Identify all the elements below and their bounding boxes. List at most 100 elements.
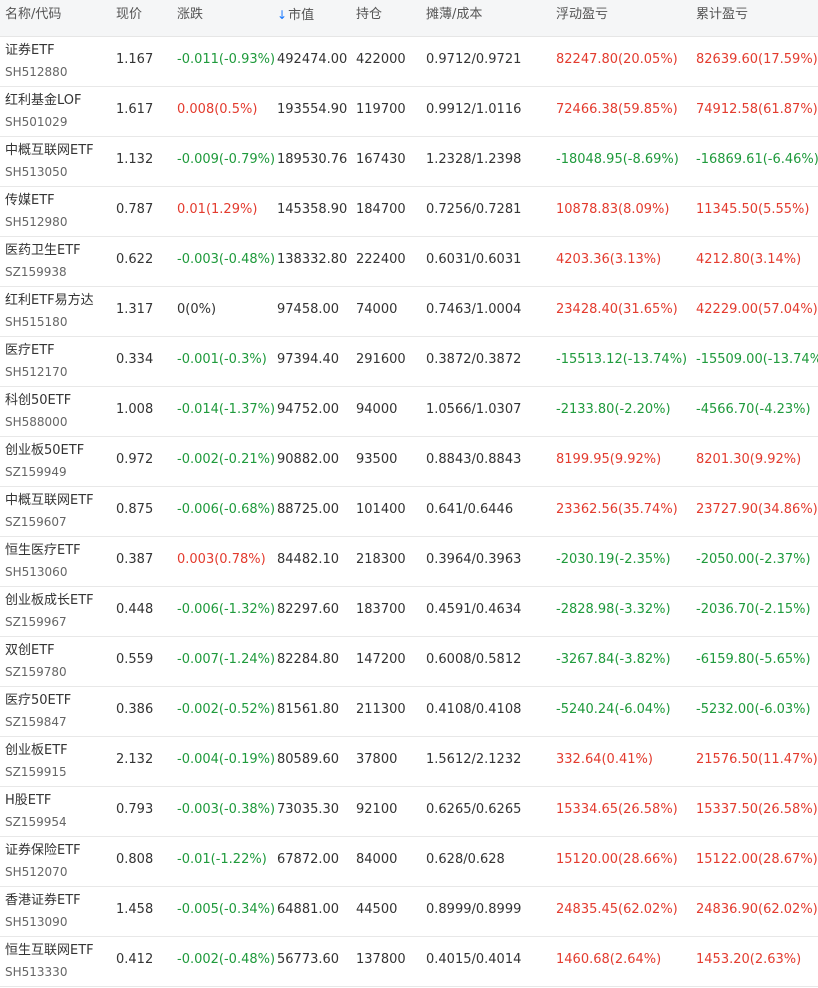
fund-name[interactable]: 恒生医疗ETF xyxy=(5,542,81,560)
table-row[interactable]: 香港证券ETF SH513090 1.458 -0.005(-0.34%) 64881.… xyxy=(0,887,818,937)
table-row[interactable]: 科创50ETF SH588000 1.008 -0.014(-1.37%) 94752.… xyxy=(0,387,818,437)
total-pl-cell: 8201.30(9.92%) xyxy=(696,452,802,467)
table-row[interactable]: 医疗50ETF SZ159847 0.386 -0.002(-0.52%) 81561.… xyxy=(0,687,818,737)
table-row[interactable]: 传媒ETF SH512980 0.787 0.01(1.29%) 145358.90 18… xyxy=(0,187,818,237)
price-cell: 0.875 xyxy=(116,502,154,517)
price-cell: 1.008 xyxy=(116,402,154,417)
cost-cell: 0.641/0.6446 xyxy=(426,502,514,517)
table-row[interactable]: 医药卫生ETF SZ159938 0.622 -0.003(-0.48%) 138332… xyxy=(0,237,818,287)
price-cell: 0.559 xyxy=(116,652,154,667)
header-change[interactable]: 涨跌 xyxy=(177,0,203,30)
table-row[interactable]: 证券保险ETF SH512070 0.808 -0.01(-1.22%) 67872.0… xyxy=(0,837,818,887)
header-cost[interactable]: 摊薄/成本 xyxy=(426,0,482,30)
price-cell: 1.317 xyxy=(116,302,154,317)
position-cell: 291600 xyxy=(356,352,406,367)
cost-cell: 1.2328/1.2398 xyxy=(426,152,522,167)
market-value-cell: 64881.00 xyxy=(277,902,340,917)
table-row[interactable]: 中概互联网ETF SH513050 1.132 -0.009(-0.79%) 18953… xyxy=(0,137,818,187)
table-row[interactable]: 证券ETF SH512880 1.167 -0.011(-0.93%) 492474.0… xyxy=(0,37,818,87)
fund-name[interactable]: 香港证券ETF xyxy=(5,892,81,910)
table-row[interactable]: 恒生医疗ETF SH513060 0.387 0.003(0.78%) 84482.10… xyxy=(0,537,818,587)
header-float-pl[interactable]: 浮动盈亏 xyxy=(556,0,608,30)
market-value-cell: 84482.10 xyxy=(277,552,340,567)
cost-cell: 0.4108/0.4108 xyxy=(426,702,522,717)
change-cell: -0.003(-0.48%) xyxy=(177,252,276,267)
fund-code: SZ159949 xyxy=(5,465,67,479)
fund-name[interactable]: 科创50ETF xyxy=(5,392,71,410)
header-price[interactable]: 现价 xyxy=(116,0,142,30)
name-code-cell: 科创50ETF SH588000 xyxy=(5,392,71,430)
fund-name[interactable]: 医疗50ETF xyxy=(5,692,71,710)
market-value-cell: 73035.30 xyxy=(277,802,340,817)
change-cell: -0.002(-0.21%) xyxy=(177,452,276,467)
table-row[interactable]: 红利基金LOF SH501029 1.617 0.008(0.5%) 193554.90… xyxy=(0,87,818,137)
fund-code: SH513050 xyxy=(5,165,68,179)
table-row[interactable]: H股ETF SZ159954 0.793 -0.003(-0.38%) 73035.30… xyxy=(0,787,818,837)
float-pl-cell: 23428.40(31.65%) xyxy=(556,302,678,317)
price-cell: 1.617 xyxy=(116,102,154,117)
float-pl-cell: 15120.00(28.66%) xyxy=(556,852,678,867)
fund-code: SZ159847 xyxy=(5,715,67,729)
table-row[interactable]: 红利ETF易方达 SH515180 1.317 0(0%) 97458.00 74000 0… xyxy=(0,287,818,337)
price-cell: 0.622 xyxy=(116,252,154,267)
name-code-cell: 医疗ETF SH512170 xyxy=(5,342,67,380)
fund-name[interactable]: 医药卫生ETF xyxy=(5,242,81,260)
price-cell: 1.458 xyxy=(116,902,154,917)
fund-name[interactable]: 中概互联网ETF xyxy=(5,492,94,510)
fund-code: SH512880 xyxy=(5,65,68,79)
header-name-code[interactable]: 名称/代码 xyxy=(5,0,61,30)
header-position[interactable]: 持仓 xyxy=(356,0,382,30)
table-row[interactable]: 医疗ETF SH512170 0.334 -0.001(-0.3%) 97394.40 2… xyxy=(0,337,818,387)
name-code-cell: 创业板成长ETF SZ159967 xyxy=(5,592,94,630)
change-cell: -0.006(-1.32%) xyxy=(177,602,276,617)
fund-name[interactable]: 红利ETF易方达 xyxy=(5,292,94,310)
fund-name[interactable]: 证券ETF xyxy=(5,42,67,60)
fund-code: SZ159954 xyxy=(5,815,67,829)
float-pl-cell: 8199.95(9.92%) xyxy=(556,452,662,467)
table-row[interactable]: 中概互联网ETF SZ159607 0.875 -0.006(-0.68%) 88725… xyxy=(0,487,818,537)
fund-code: SZ159967 xyxy=(5,615,67,629)
position-cell: 167430 xyxy=(356,152,406,167)
fund-name[interactable]: 创业板50ETF xyxy=(5,442,84,460)
price-cell: 0.787 xyxy=(116,202,154,217)
table-row[interactable]: 恒生互联网ETF SH513330 0.412 -0.002(-0.48%) 56773… xyxy=(0,937,818,987)
fund-name[interactable]: H股ETF xyxy=(5,792,67,810)
cost-cell: 0.3964/0.3963 xyxy=(426,552,522,567)
header-total-pl[interactable]: 累计盈亏 xyxy=(696,0,748,30)
price-cell: 2.132 xyxy=(116,752,154,767)
fund-name[interactable]: 创业板ETF xyxy=(5,742,68,760)
float-pl-cell: -2828.98(-3.32%) xyxy=(556,602,671,617)
fund-name[interactable]: 中概互联网ETF xyxy=(5,142,94,160)
fund-code: SZ159938 xyxy=(5,265,67,279)
fund-name[interactable]: 双创ETF xyxy=(5,642,67,660)
cost-cell: 0.9712/0.9721 xyxy=(426,52,522,67)
table-row[interactable]: 创业板成长ETF SZ159967 0.448 -0.006(-1.32%) 82297… xyxy=(0,587,818,637)
total-pl-cell: 15337.50(26.58%) xyxy=(696,802,818,817)
name-code-cell: 双创ETF SZ159780 xyxy=(5,642,67,680)
fund-name[interactable]: 红利基金LOF xyxy=(5,92,82,110)
fund-code: SH513330 xyxy=(5,965,68,979)
fund-name[interactable]: 创业板成长ETF xyxy=(5,592,94,610)
table-row[interactable]: 双创ETF SZ159780 0.559 -0.007(-1.24%) 82284.80… xyxy=(0,637,818,687)
position-cell: 222400 xyxy=(356,252,406,267)
total-pl-cell: -4566.70(-4.23%) xyxy=(696,402,811,417)
table-row[interactable]: 创业板ETF SZ159915 2.132 -0.004(-0.19%) 80589.6… xyxy=(0,737,818,787)
position-cell: 183700 xyxy=(356,602,406,617)
total-pl-cell: -5232.00(-6.03%) xyxy=(696,702,811,717)
name-code-cell: 红利基金LOF SH501029 xyxy=(5,92,82,130)
change-cell: 0.008(0.5%) xyxy=(177,102,258,117)
fund-code: SH513090 xyxy=(5,915,68,929)
fund-name[interactable]: 医疗ETF xyxy=(5,342,67,360)
fund-name[interactable]: 恒生互联网ETF xyxy=(5,942,94,960)
fund-name[interactable]: 证券保险ETF xyxy=(5,842,81,860)
market-value-cell: 90882.00 xyxy=(277,452,340,467)
float-pl-cell: -15513.12(-13.74%) xyxy=(556,352,688,367)
name-code-cell: 恒生医疗ETF SH513060 xyxy=(5,542,81,580)
total-pl-cell: -6159.80(-5.65%) xyxy=(696,652,811,667)
fund-name[interactable]: 传媒ETF xyxy=(5,192,67,210)
price-cell: 1.167 xyxy=(116,52,154,67)
header-market-value[interactable]: ↓市值 xyxy=(277,0,314,31)
fund-code: SZ159780 xyxy=(5,665,67,679)
change-cell: -0.002(-0.48%) xyxy=(177,952,276,967)
table-row[interactable]: 创业板50ETF SZ159949 0.972 -0.002(-0.21%) 90882… xyxy=(0,437,818,487)
